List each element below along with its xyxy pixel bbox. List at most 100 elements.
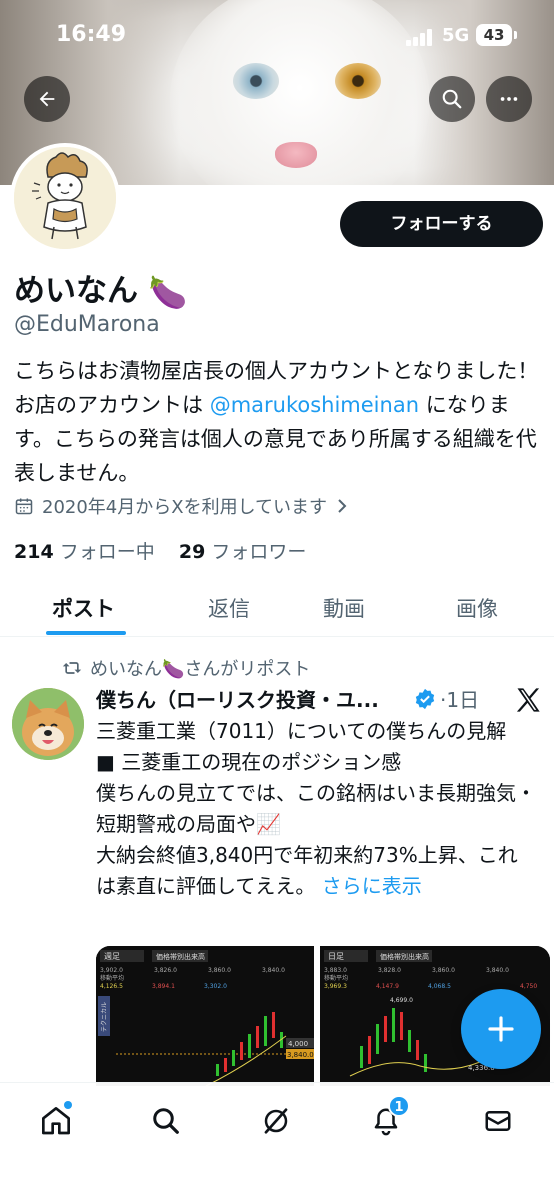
nav-search[interactable]	[146, 1101, 186, 1141]
chart-ma: 3,969.3	[324, 983, 347, 990]
show-more-link[interactable]: さらに表示	[322, 874, 422, 898]
chart-ma-label: 移動平均	[324, 974, 348, 982]
following-count: 214	[14, 541, 54, 563]
tweet-line: ■ 三菱重工の現在のポジション感	[96, 750, 402, 774]
follow-button[interactable]: フォローする	[340, 201, 543, 247]
tweet-line: 僕ちんの見立てでは、この銘柄はいま長期強気・短期警戒の局面や📈	[96, 781, 536, 836]
profile-tabs: ポスト 返信 動画 画像	[0, 583, 554, 637]
chart-indicator: 価格帯別出来高	[380, 952, 429, 961]
display-name: めいなん 🍆	[14, 265, 187, 311]
active-tab-indicator	[46, 631, 126, 635]
nav-messages[interactable]	[478, 1101, 518, 1141]
followers-label: フォロワー	[211, 541, 307, 563]
tweet-line: 大納会終値3,840円で年初来約73%上昇、これは素直に評価してええ。 さらに表…	[96, 840, 536, 902]
grok-icon	[264, 1108, 288, 1134]
stock-chart-weekly: 週足 価格帯別出来高 3,902.0 3,826.0 3,860.0 3,840…	[96, 946, 314, 1086]
joined-text: 2020年4月からXを利用しています	[42, 497, 328, 518]
tweet-line-text: 大納会終値3,840円で年初来約73%上昇、これは素直に評価してええ。	[96, 843, 518, 898]
mail-icon	[485, 1111, 511, 1131]
tweet-image-weekly-chart[interactable]: 週足 価格帯別出来高 3,902.0 3,826.0 3,860.0 3,840…	[96, 946, 314, 1086]
bottom-navigation: 1	[0, 1082, 554, 1200]
chart-val: 3,840.0	[486, 967, 509, 974]
more-icon	[500, 97, 518, 101]
chart-ma-label: 移動平均	[100, 974, 124, 982]
chart-val: 3,828.0	[378, 967, 401, 974]
repost-indicator[interactable]: めいなん🍆さんがリポスト	[62, 655, 310, 681]
follow-stats: 214 フォロー中 29 フォロワー	[14, 537, 306, 564]
calendar-icon	[15, 498, 33, 515]
chart-val: 3,860.0	[432, 967, 455, 974]
chart-side-label: テクニカル	[101, 1002, 108, 1032]
network-type: 5G	[442, 25, 470, 46]
signal-icon	[406, 28, 434, 46]
status-time: 16:49	[56, 22, 127, 47]
search-icon	[153, 1108, 179, 1134]
tab-posts[interactable]: ポスト	[52, 593, 115, 623]
search-icon	[442, 89, 462, 109]
chart-ma: 3,894.1	[152, 983, 175, 990]
home-icon	[42, 1107, 70, 1135]
x-logo-icon[interactable]	[514, 686, 542, 714]
battery-icon: 43	[476, 24, 512, 46]
search-button[interactable]	[429, 76, 475, 122]
bio-mention-link[interactable]: @marukoshimeinan	[210, 393, 419, 417]
tab-videos[interactable]: 動画	[323, 593, 365, 623]
profile-bio: こちらはお漬物屋店長の個人アカウントとなりました！ お店のアカウントは @mar…	[14, 354, 544, 490]
cat-eye-blue	[233, 63, 279, 99]
chart-price-current: 3,840.0	[287, 1051, 314, 1059]
chart-ma: 4,068.5	[428, 983, 451, 990]
back-button[interactable]	[24, 76, 70, 122]
profile-avatar[interactable]	[10, 143, 120, 253]
display-name-text: めいなん	[14, 273, 138, 309]
followers-link[interactable]: 29 フォロワー	[179, 541, 307, 563]
chart-val: 3,883.0	[324, 967, 347, 974]
avatar-illustration	[14, 147, 116, 249]
chart-val: 3,860.0	[208, 967, 231, 974]
compose-post-button[interactable]	[461, 989, 541, 1069]
following-label: フォロー中	[59, 541, 155, 563]
tweet-body[interactable]: 三菱重工業（7011）についての僕ちんの見解 ■ 三菱重工の現在のポジション感 …	[96, 716, 536, 902]
back-arrow-icon	[39, 91, 55, 107]
repost-icon	[62, 662, 82, 674]
tweet-author-avatar[interactable]	[12, 688, 84, 760]
joined-date[interactable]: 2020年4月からXを利用しています	[14, 493, 349, 519]
chart-val: 3,902.0	[100, 967, 123, 974]
tweet-header: 僕ちん（ローリスク投資・ユ... ·1日	[96, 684, 546, 716]
cat-eye-amber	[335, 63, 381, 99]
notification-badge: 1	[388, 1095, 410, 1117]
chart-val: 3,840.0	[262, 967, 285, 974]
nav-home[interactable]	[36, 1101, 76, 1141]
nav-notifications[interactable]: 1	[366, 1095, 410, 1141]
status-bar: 16:49 5G 43	[0, 18, 554, 58]
chevron-right-icon	[338, 499, 347, 513]
repost-label: めいなん🍆さんがリポスト	[90, 659, 311, 680]
following-link[interactable]: 214 フォロー中	[14, 541, 155, 563]
tweet-timestamp: ·1日	[440, 688, 480, 712]
followers-count: 29	[178, 541, 206, 563]
tweet-line: 三菱重工業（7011）についての僕ちんの見解	[96, 719, 507, 743]
chart-price-top: 4,000	[288, 1040, 308, 1048]
verified-badge-icon	[415, 688, 435, 710]
chart-indicator: 価格帯別出来高	[156, 952, 205, 961]
chart-period: 週足	[104, 952, 120, 961]
tab-images[interactable]: 画像	[456, 593, 498, 623]
cat-nose	[275, 142, 317, 168]
chart-label-right: 4,750	[520, 983, 537, 990]
home-new-dot	[64, 1101, 72, 1109]
chart-period: 日足	[328, 952, 344, 961]
chart-val: 3,826.0	[154, 967, 177, 974]
nav-grok[interactable]	[256, 1101, 296, 1141]
tweet-author-name[interactable]: 僕ちん（ローリスク投資・ユ...	[96, 684, 379, 713]
chart-ma: 3,302.0	[204, 983, 227, 990]
plus-icon	[488, 1016, 514, 1042]
battery-tip	[514, 31, 517, 39]
tweet-time-value: 1日	[446, 688, 480, 712]
eggplant-emoji: 🍆	[148, 275, 188, 311]
tab-replies[interactable]: 返信	[208, 593, 250, 623]
chart-ma: 4,147.9	[376, 983, 399, 990]
profile-handle: @EduMarona	[14, 312, 160, 337]
more-button[interactable]	[486, 76, 532, 122]
chart-label-peak: 4,699.0	[390, 997, 413, 1004]
shiba-dog-illustration	[12, 688, 84, 760]
chart-ma: 4,126.5	[100, 983, 123, 990]
